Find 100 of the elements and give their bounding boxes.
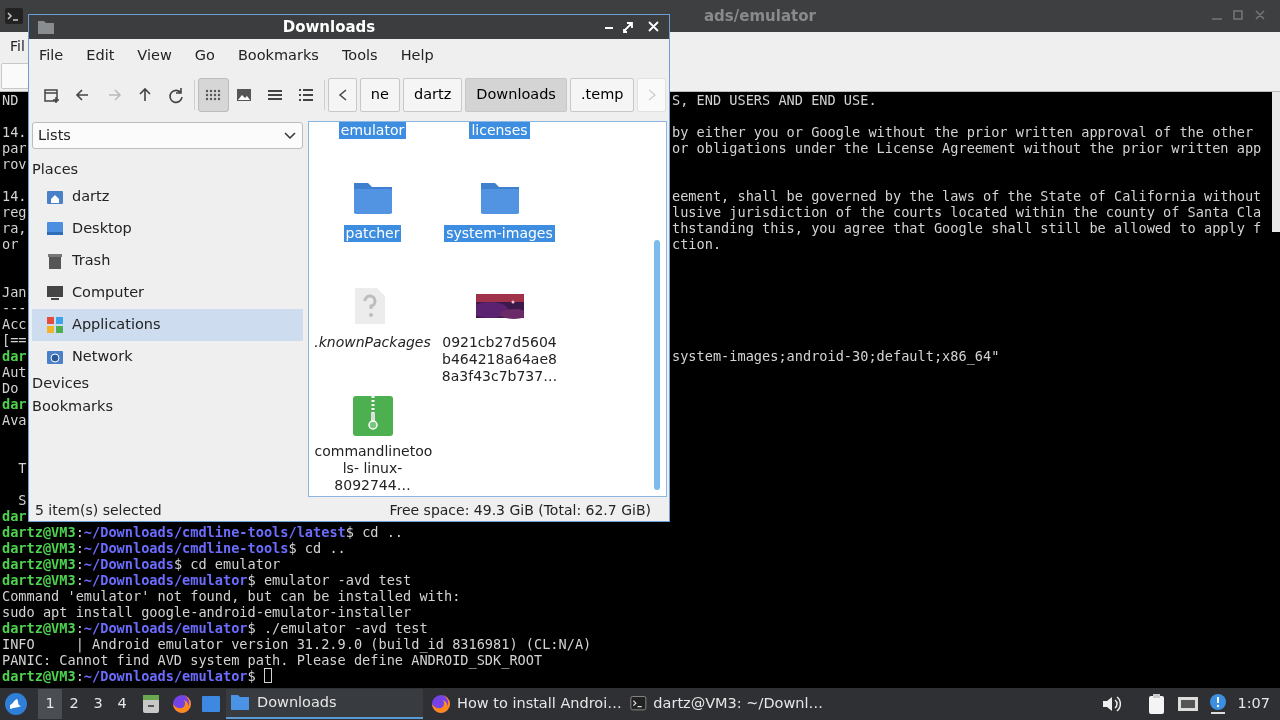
terminal-line: T [17,460,27,476]
trash-icon [46,252,64,270]
terminal-line: par [2,140,27,156]
workspace-button[interactable]: 2 [62,689,86,719]
workspace-button[interactable]: 3 [86,689,110,719]
sidebar-item[interactable]: Trash [32,245,303,277]
terminal-line: Acc [2,316,27,332]
section-heading: Bookmarks [32,397,114,416]
sidebar-item[interactable]: Computer [32,277,303,309]
terminal-line: or [2,236,19,252]
menu-item[interactable]: Bookmarks [230,45,326,67]
terminal-line: 14. [2,124,27,140]
taskbar-button[interactable]: dartz@VM3: ~/Downl… [626,689,823,719]
terminal-line: reg [2,204,27,220]
terminal-line: dar [2,508,27,524]
terminal-line: Aut [2,364,27,380]
terminal-line: rov [2,156,27,172]
terminal-line: --- [2,300,27,316]
path-scroll-button[interactable] [328,78,357,112]
terminal-line: Command 'emulator' not found, but can be installed with: [2,588,461,604]
terminal-line: dartz@VM3:~/Downloads/emulator$ [2,668,257,684]
sidebar-item[interactable]: Network [32,341,303,373]
caret-icon [284,131,296,140]
computer-icon [46,284,64,302]
terminal-line: or obligations under the License Agreement without the prior written app [672,140,1262,156]
volume-icon[interactable] [1101,694,1124,714]
terminal-line: dar [2,396,27,412]
terminal-line: sudo apt install google-android-emulator-installer [2,604,412,620]
terminal-line: dartz@VM3:~/Downloads$ cd emulator [2,556,281,572]
chevron-left-icon [336,88,349,102]
archive-icon[interactable] [351,395,394,437]
terminal-line: dartz@VM3:~/Downloads/cmdline-tools$ cd .. [2,540,346,556]
notification-icon[interactable] [1209,693,1228,715]
terminal-line: INFO | Android emulator version 31.2.9.0 (build_id 8316981) (CL:N/A) [2,636,592,652]
terminal-line: 14. [2,188,27,204]
workspace-button[interactable]: 4 [110,689,134,719]
window-controls-icon[interactable] [603,20,661,34]
status-text: 5 item(s) selected [35,500,162,520]
sidebar-item[interactable]: Applications [32,309,303,341]
menu-item[interactable]: Fil [10,35,25,57]
desktop-icon[interactable] [200,693,222,715]
menu-item[interactable]: Tools [334,45,385,67]
menu-item[interactable]: File [32,45,71,67]
home-icon [46,188,64,206]
terminal-line: dartz@VM3:~/Downloads/emulator$ ./emulator -avd test [2,620,428,636]
terminal-line: ra, [2,220,27,236]
workspace-button[interactable]: 1 [38,689,62,719]
view-dropdown[interactable]: Lists [32,122,303,149]
window-title: ads/emulator [704,5,816,27]
terminal-line: dar [2,348,27,364]
icon-view-button[interactable] [197,78,229,112]
terminal-line: system-images;android-30;default;x86_64" [672,348,1000,364]
scrollbar-thumb[interactable] [654,240,660,490]
scrollbar[interactable] [1272,92,1280,232]
menu-item[interactable]: Go [187,45,222,67]
window-title: Downloads [282,16,376,38]
browser-icon[interactable] [171,693,193,715]
path-button[interactable]: dartz [402,78,463,112]
terminal-line: [== [2,332,27,348]
terminal-icon [4,6,24,26]
terminal-line: S, END USERS AND END USE. [672,92,877,108]
file-name[interactable]: .knownPackages [312,334,433,351]
browser-icon [430,693,452,715]
network-icon [46,348,64,366]
terminal-line: Jan [2,284,27,300]
applications-icon [46,316,64,334]
terminal-line: S [17,492,27,508]
menu-item[interactable]: View [130,45,179,67]
terminal-line: thstanding this, you agree that Google shall still be allowed to apply f [672,220,1262,236]
sidebar-item[interactable]: Desktop [32,213,303,245]
terminal-line: by either you or Google without the prior written approval of the other [672,124,1254,140]
free-space-text: Free space: 49.3 GiB (Total: 62.7 GiB) [389,500,651,520]
menu-item[interactable]: Help [393,45,441,67]
network-icon[interactable] [1177,694,1200,714]
taskbar-button[interactable]: Downloads [226,689,423,719]
file-name[interactable]: commandlinetoo ls- linux-8092744… [312,443,433,494]
folder-icon [37,19,55,35]
section-heading: Devices [32,374,91,393]
terminal-line: Ava [2,412,27,428]
terminal-line: lusive jurisdiction of the courts located within the county of Santa Cla [672,204,1262,220]
sidebar-item[interactable]: dartz [32,181,303,213]
section-heading: Places [32,160,80,179]
terminal-line: ction. [672,236,722,252]
path-button[interactable]: ne [359,78,400,112]
path-button[interactable]: .temp [569,78,635,112]
taskbar-button[interactable]: How to install Androi… [426,689,623,719]
desktop-icon [46,220,64,238]
file-cabinet-icon[interactable] [140,693,162,715]
tab-button[interactable] [1,62,29,89]
terminal-line: ND [2,92,19,108]
terminal-line: dartz@VM3:~/Downloads/cmdline-tools/latest$ cd .. [2,524,404,540]
start-menu-icon[interactable] [4,692,28,716]
clock[interactable]: 1:07 [1237,693,1270,715]
terminal-line: dartz@VM3:~/Downloads/emulator$ emulator -avd test [2,572,412,588]
terminal-line: Do [2,380,19,396]
file-name[interactable]: 0921cb27d5604 b464218a64ae8 8a3f43c7b737… [439,334,560,385]
menu-item[interactable]: Edit [79,45,122,67]
terminal-line: PANIC: Cannot find AVD system path. Please define ANDROID_SDK_ROOT [2,652,543,668]
terminal-line: eement, shall be governed by the laws of the State of California without [672,188,1262,204]
path-button[interactable]: Downloads [465,78,567,112]
